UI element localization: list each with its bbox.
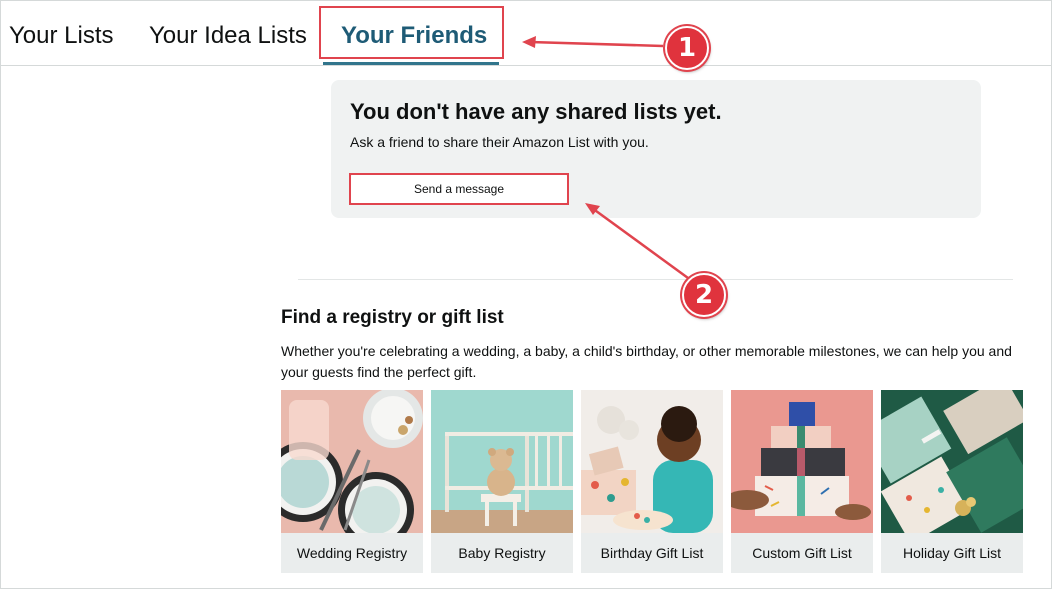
active-tab-underline — [323, 62, 499, 65]
tab-your-idea-lists[interactable]: Your Idea Lists — [149, 22, 307, 50]
tab-your-lists[interactable]: Your Lists — [9, 22, 114, 50]
wedding-registry-card[interactable]: Wedding Registry — [281, 390, 423, 573]
custom-gift-list-card[interactable]: Custom Gift List — [731, 390, 873, 573]
empty-state-subtitle: Ask a friend to share their Amazon List … — [350, 134, 649, 150]
custom-gift-list-label: Custom Gift List — [731, 533, 873, 573]
wedding-registry-image — [281, 390, 423, 533]
baby-registry-label: Baby Registry — [431, 533, 573, 573]
custom-gift-list-image — [731, 390, 873, 533]
registry-section-title: Find a registry or gift list — [281, 307, 504, 328]
birthday-gift-list-label: Birthday Gift List — [581, 533, 723, 573]
empty-state-title: You don't have any shared lists yet. — [350, 99, 722, 124]
holiday-gift-list-image — [881, 390, 1023, 533]
annotation-box-2 — [349, 173, 569, 205]
holiday-gift-list-label: Holiday Gift List — [881, 533, 1023, 573]
tab-bar: Your Lists Your Idea Lists Your Friends — [0, 0, 1052, 66]
wedding-registry-label: Wedding Registry — [281, 533, 423, 573]
annotation-badge-1: 1 — [665, 26, 709, 70]
birthday-gift-list-card[interactable]: Birthday Gift List — [581, 390, 723, 573]
holiday-gift-list-card[interactable]: Holiday Gift List — [881, 390, 1023, 573]
divider — [298, 279, 1013, 280]
birthday-gift-list-image — [581, 390, 723, 533]
baby-registry-image — [431, 390, 573, 533]
baby-registry-card[interactable]: Baby Registry — [431, 390, 573, 573]
annotation-box-1 — [319, 6, 504, 59]
registry-section-description: Whether you're celebrating a wedding, a … — [281, 343, 1012, 380]
annotation-badge-2: 2 — [682, 273, 726, 317]
